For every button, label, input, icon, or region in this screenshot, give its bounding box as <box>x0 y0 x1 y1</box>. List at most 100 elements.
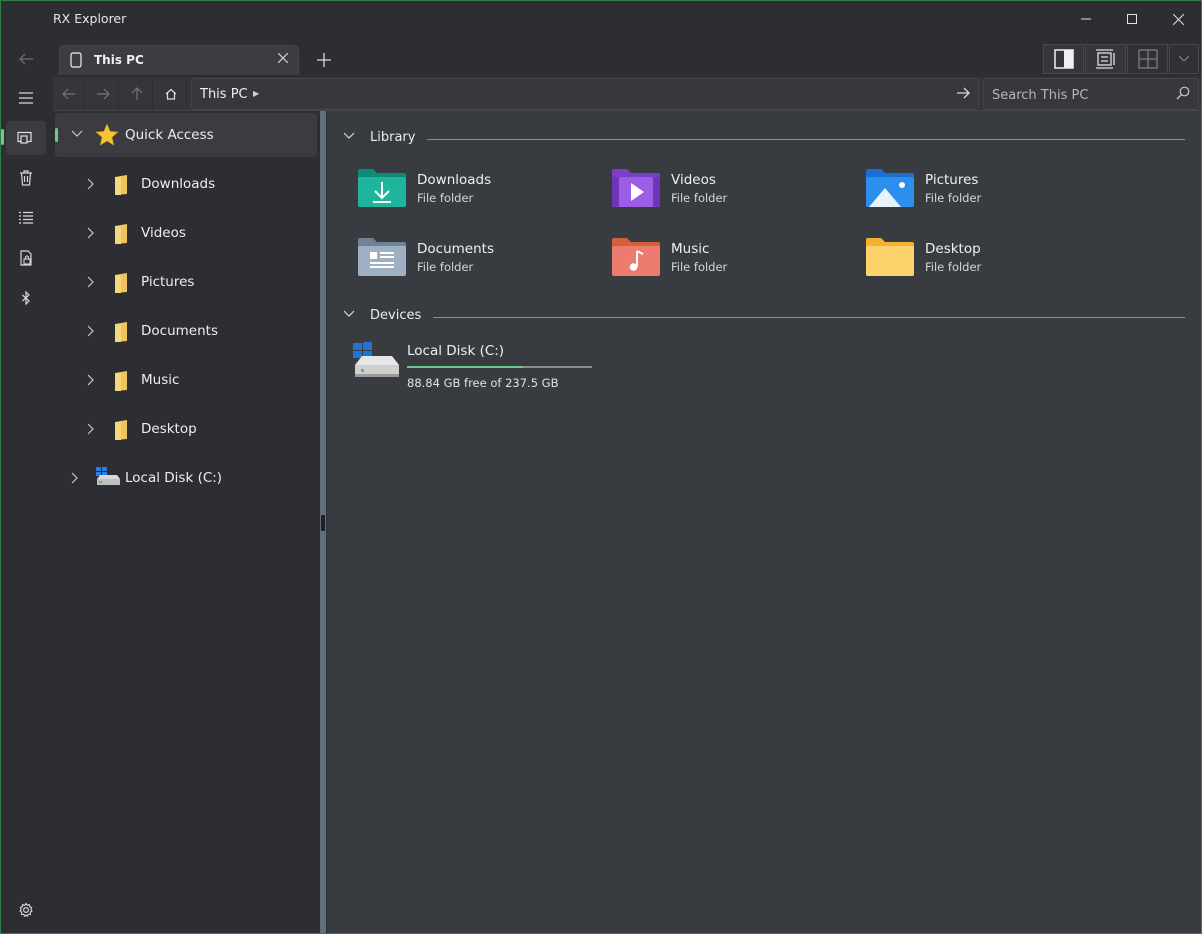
device-free-space: 88.84 GB free of 237.5 GB <box>407 376 559 390</box>
rail-item-bluetooth[interactable] <box>6 281 46 315</box>
splitter-grip[interactable] <box>321 515 325 531</box>
search-icon[interactable] <box>1176 86 1190 100</box>
library-item-type: File folder <box>417 260 474 274</box>
tree-item-desktop[interactable]: Desktop <box>55 407 317 451</box>
menu-button[interactable] <box>6 81 46 115</box>
chevron-right-icon[interactable] <box>87 227 99 239</box>
chevron-down-icon[interactable] <box>343 310 355 318</box>
library-item-desktop[interactable]: Desktop File folder <box>865 237 1115 291</box>
app-title: RX Explorer <box>53 11 127 26</box>
devices-section-header[interactable]: Devices <box>343 306 1185 326</box>
folder-icon <box>115 420 127 440</box>
library-item-downloads[interactable]: Downloads File folder <box>357 168 607 222</box>
tab-close-icon[interactable] <box>278 53 288 63</box>
desktop-folder-icon <box>866 238 914 276</box>
split-view-icon <box>1137 49 1158 69</box>
tab-this-pc[interactable]: This PC <box>59 45 299 75</box>
nav-back-button[interactable] <box>53 78 85 110</box>
minimize-button[interactable] <box>1063 1 1109 37</box>
folder-icon <box>115 175 127 195</box>
videos-folder-icon <box>612 169 660 207</box>
section-divider <box>433 317 1185 318</box>
chevron-right-icon[interactable] <box>87 178 99 190</box>
back-button[interactable] <box>6 42 46 76</box>
arrow-right-icon <box>96 88 110 100</box>
library-item-type: File folder <box>417 191 474 205</box>
tree-item-videos[interactable]: Videos <box>55 211 317 255</box>
folder-tree: Quick Access Downloads Videos Pictures D… <box>53 111 319 933</box>
chevron-right-icon[interactable] <box>87 374 99 386</box>
tree-item-documents[interactable]: Documents <box>55 309 317 353</box>
new-tab-button[interactable] <box>313 49 335 71</box>
recycle-bin-icon <box>20 170 32 186</box>
library-item-name: Videos <box>671 172 716 188</box>
library-item-name: Documents <box>417 241 494 257</box>
rail-active-indicator <box>1 129 4 145</box>
details-pane-button[interactable] <box>1085 44 1126 74</box>
chevron-right-icon[interactable] <box>87 276 99 288</box>
tree-item-music[interactable]: Music <box>55 358 317 402</box>
tree-label: Music <box>141 372 180 388</box>
menu-icon <box>19 92 33 104</box>
tree-label: Videos <box>141 225 186 241</box>
rail-item-secure-area[interactable] <box>6 241 46 275</box>
go-arrow-icon[interactable] <box>956 86 970 100</box>
app-window: RX Explorer This PC This PC ▶ Search Thi… <box>0 0 1202 934</box>
documents-folder-icon <box>358 238 406 276</box>
address-bar[interactable]: This PC ▶ <box>191 78 979 110</box>
downloads-folder-icon <box>358 169 406 207</box>
chevron-right-icon[interactable] <box>87 423 99 435</box>
chevron-down-icon[interactable] <box>71 130 83 142</box>
tree-label: Downloads <box>141 176 216 192</box>
close-button[interactable] <box>1155 1 1201 37</box>
rail-item-this-pc[interactable] <box>6 121 46 155</box>
rail-item-task-list[interactable] <box>6 201 46 235</box>
storage-usage-fill <box>407 366 523 368</box>
layout-dropdown-button[interactable] <box>1169 44 1199 74</box>
details-pane-icon <box>1095 49 1115 69</box>
tree-active-indicator <box>55 128 58 142</box>
search-box[interactable] <box>983 78 1199 110</box>
library-item-videos[interactable]: Videos File folder <box>611 168 861 222</box>
nav-home-button[interactable] <box>155 78 187 110</box>
settings-button[interactable] <box>6 893 46 927</box>
library-item-documents[interactable]: Documents File folder <box>357 237 607 291</box>
library-section-header[interactable]: Library <box>343 128 1185 148</box>
secure-area-icon <box>20 250 32 266</box>
split-view-button[interactable] <box>1127 44 1168 74</box>
library-item-pictures[interactable]: Pictures File folder <box>865 168 1115 222</box>
nav-forward-button[interactable] <box>87 78 119 110</box>
drive-icon <box>353 342 399 377</box>
chevron-right-icon[interactable] <box>87 325 99 337</box>
address-separator-icon[interactable]: ▶ <box>253 89 259 98</box>
maximize-button[interactable] <box>1109 1 1155 37</box>
arrow-up-icon <box>131 87 142 100</box>
close-icon <box>1172 13 1184 25</box>
tree-item-quick-access[interactable]: Quick Access <box>55 113 317 157</box>
tree-item-local-disk[interactable]: Local Disk (C:) <box>55 456 317 500</box>
preview-pane-button[interactable] <box>1043 44 1084 74</box>
tree-label: Desktop <box>141 421 197 437</box>
chevron-right-icon[interactable] <box>71 472 83 484</box>
device-name: Local Disk (C:) <box>407 343 505 359</box>
library-item-name: Music <box>671 241 710 257</box>
device-item-local-disk[interactable]: Local Disk (C:) 88.84 GB free of 237.5 G… <box>353 341 603 397</box>
nav-up-button[interactable] <box>121 78 153 110</box>
chevron-down-icon <box>1179 56 1189 62</box>
bluetooth-icon <box>22 291 30 305</box>
drive-icon <box>96 467 120 485</box>
section-divider <box>427 139 1185 140</box>
address-segment-this-pc[interactable]: This PC <box>200 87 248 102</box>
tree-item-pictures[interactable]: Pictures <box>55 260 317 304</box>
library-item-music[interactable]: Music File folder <box>611 237 861 291</box>
maximize-icon <box>1127 14 1137 24</box>
tree-label: Local Disk (C:) <box>125 470 223 486</box>
chevron-down-icon[interactable] <box>343 132 355 140</box>
title-bar: RX Explorer <box>1 1 1201 37</box>
rail-item-recycle-bin[interactable] <box>6 161 46 195</box>
folder-icon <box>115 322 127 342</box>
tree-item-downloads[interactable]: Downloads <box>55 162 317 206</box>
search-input[interactable] <box>992 85 1162 105</box>
folder-icon <box>115 371 127 391</box>
preview-pane-icon <box>1053 49 1074 69</box>
